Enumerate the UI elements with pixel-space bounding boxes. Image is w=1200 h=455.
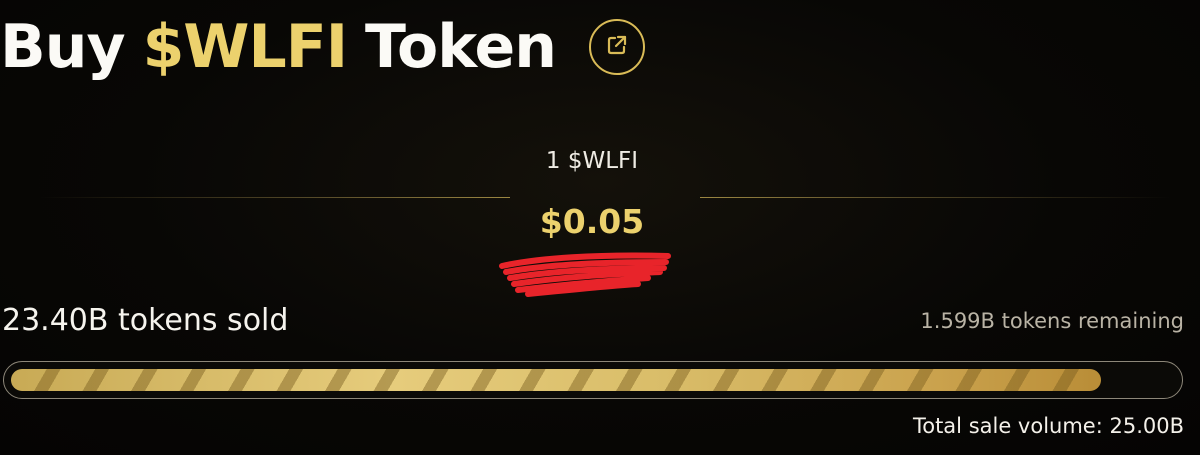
total-sale-volume-label: Total sale volume: 25.00B — [912, 414, 1184, 438]
tokens-remaining-label: 1.599B tokens remaining — [920, 309, 1184, 333]
token-sale-panel: Buy $WLFI Token 1 $WLFI $0.05 23.40B tok… — [0, 0, 1200, 455]
red-redaction-scribble — [499, 252, 671, 297]
tokens-sold-label: 23.40B tokens sold — [2, 303, 289, 338]
title-suffix: Token — [365, 12, 557, 82]
sale-progress-fill — [11, 369, 1101, 391]
external-link-button[interactable] — [589, 19, 645, 75]
divider-left — [40, 197, 510, 198]
page-title: Buy $WLFI Token — [0, 2, 557, 92]
sale-progress-bar — [3, 361, 1183, 399]
divider-right — [700, 197, 1170, 198]
title-prefix: Buy — [0, 12, 126, 82]
title-token-symbol: $WLFI — [142, 12, 348, 82]
price-unit-label: 1 $WLFI — [545, 148, 639, 174]
token-price: $0.05 — [539, 202, 645, 241]
external-link-icon — [606, 34, 628, 60]
